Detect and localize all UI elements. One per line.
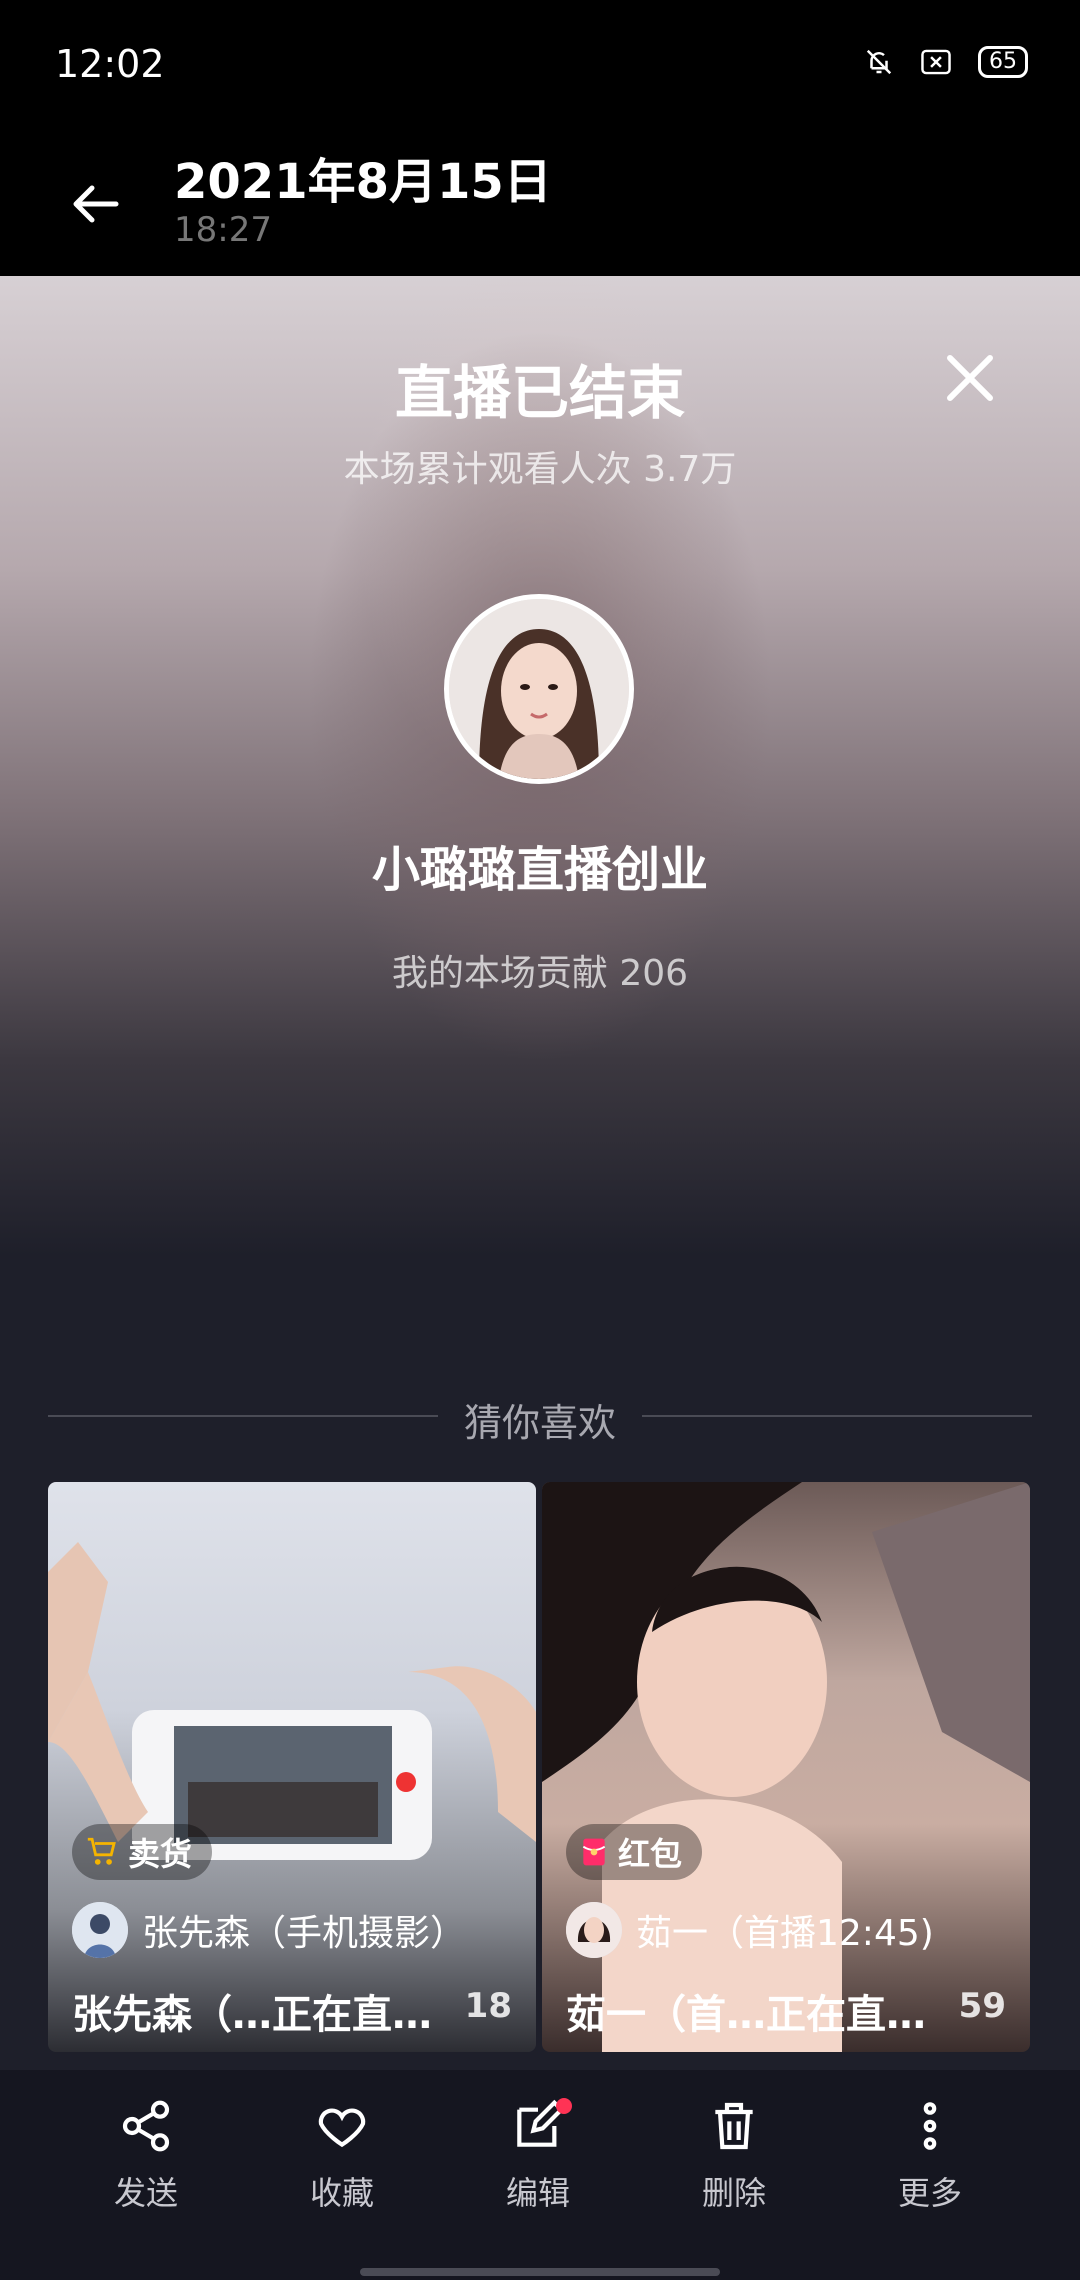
- close-icon[interactable]: [942, 350, 998, 406]
- author-name: 茹一（首播12:45): [636, 1913, 934, 1954]
- send-button[interactable]: 发送: [86, 2098, 206, 2214]
- recommend-heading: 猜你喜欢: [463, 1401, 616, 1445]
- badge-label: 红包: [618, 1835, 683, 1873]
- recommend-card[interactable]: 红包 茹一（首播12:45) 茹一（首…正在直… 59: [542, 1482, 1030, 2052]
- close-box-icon: [921, 49, 951, 75]
- author-avatar: [566, 1902, 622, 1958]
- badge-label: 卖货: [128, 1835, 193, 1873]
- send-label: 发送: [113, 2174, 178, 2212]
- card-badge: 红包: [566, 1824, 703, 1880]
- recommend-section-header: 猜你喜欢: [48, 1388, 1032, 1445]
- bell-off-icon: [866, 49, 892, 75]
- share-icon: [122, 2100, 170, 2152]
- status-icons: 65: [864, 46, 1028, 78]
- header-date: 2021年8月15日: [174, 154, 552, 210]
- arrow-left-icon[interactable]: [64, 172, 128, 236]
- card-title: 张先森（…正在直…: [72, 1992, 432, 2038]
- trash-icon: [715, 2102, 753, 2150]
- status-bar: 12:02 65: [0, 0, 1080, 132]
- more-vertical-icon: [923, 2102, 937, 2150]
- delete-button[interactable]: 删除: [674, 2098, 794, 2214]
- favorite-button[interactable]: 收藏: [282, 2098, 402, 2214]
- author-name: 张先森（手机摄影）: [142, 1913, 467, 1954]
- author-avatar: [72, 1902, 128, 1958]
- delete-label: 删除: [701, 2174, 766, 2212]
- header-time: 18:27: [174, 210, 272, 250]
- card-count: 59: [958, 1986, 1006, 2026]
- card-author: 茹一（首播12:45): [566, 1902, 934, 1958]
- live-ended-title: 直播已结束: [394, 359, 685, 427]
- status-time: 12:02: [55, 42, 165, 86]
- edit-label: 编辑: [505, 2174, 570, 2212]
- card-count: 18: [464, 1986, 512, 2026]
- cart-icon: [87, 1837, 116, 1865]
- edit-button[interactable]: 编辑: [478, 2098, 598, 2214]
- my-contribution: 我的本场贡献 206: [391, 953, 689, 994]
- recommend-card[interactable]: 卖货 张先森（手机摄影） 张先森（…正在直… 18: [48, 1482, 536, 2052]
- more-button[interactable]: 更多: [870, 2098, 990, 2214]
- viewer-count: 本场累计观看人次 3.7万: [343, 449, 737, 490]
- top-bar: 2021年8月15日 18:27: [0, 132, 1080, 276]
- host-name[interactable]: 小璐璐直播创业: [0, 830, 1080, 900]
- card-author: 张先森（手机摄影）: [72, 1902, 466, 1958]
- battery-icon: 65: [978, 46, 1028, 78]
- red-envelope-icon: [582, 1838, 606, 1866]
- heart-icon: [318, 2108, 366, 2148]
- favorite-label: 收藏: [309, 2174, 374, 2212]
- divider: [642, 1415, 1032, 1417]
- more-label: 更多: [897, 2174, 962, 2212]
- notification-dot: [556, 2098, 572, 2114]
- card-title: 茹一（首…正在直…: [566, 1992, 926, 2038]
- home-indicator[interactable]: [360, 2268, 720, 2276]
- card-badge: 卖货: [72, 1824, 213, 1880]
- host-avatar[interactable]: [444, 594, 634, 784]
- bottom-action-bar: 发送 收藏 编辑 删除 更多: [0, 2070, 1080, 2280]
